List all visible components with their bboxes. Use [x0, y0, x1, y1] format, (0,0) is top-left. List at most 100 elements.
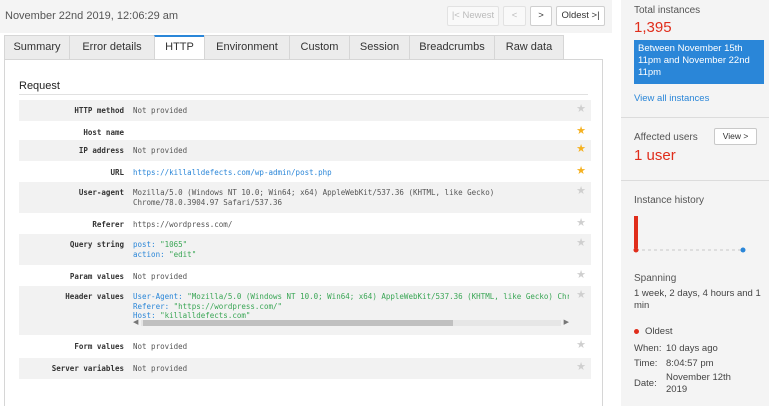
history-start-dot — [633, 247, 639, 253]
row-host-name: Host name ★ — [19, 122, 591, 140]
affected-users-value: 1 user — [634, 147, 676, 164]
total-instances-value: 1,395 — [634, 19, 672, 36]
star-icon[interactable]: ★ — [576, 340, 586, 351]
tab-custom[interactable]: Custom — [289, 35, 349, 60]
view-all-instances-link[interactable]: View all instances — [634, 93, 709, 104]
param-value: "edit" — [169, 249, 197, 259]
tab-breadcrumbs[interactable]: Breadcrumbs — [409, 35, 494, 60]
instance-sidebar: Total instances 1,395 Between November 1… — [621, 0, 769, 406]
param-line: User-Agent: "Mozilla/5.0 (Windows NT 10.… — [133, 292, 569, 302]
url-link[interactable]: https://killalldefects.com/wp-admin/post… — [133, 168, 569, 178]
date-range-badge: Between November 15th 11pm and November … — [634, 40, 764, 84]
tab-http[interactable]: HTTP — [154, 35, 204, 60]
star-icon[interactable]: ★ — [576, 186, 586, 197]
row-ip-address: IP address Not provided ★ — [19, 140, 591, 162]
row-value: post: "1065" action: "edit" — [133, 240, 569, 259]
row-referer: Referer https://wordpress.com/ ★ — [19, 214, 591, 234]
horizontal-scrollbar[interactable]: ◀ ▶ — [133, 318, 569, 328]
row-key: Form values — [74, 342, 124, 351]
instance-history-chart — [631, 212, 761, 258]
row-url: URL https://killalldefects.com/wp-admin/… — [19, 162, 591, 182]
request-table: HTTP method Not provided ★ Host name ★ I… — [19, 100, 591, 380]
row-form-values: Form values Not provided ★ — [19, 336, 591, 358]
param-line: Referer: "https://wordpress.com/" — [133, 301, 283, 311]
instance-timestamp: November 22nd 2019, 12:06:29 am — [5, 10, 179, 22]
row-key: Referer — [92, 220, 124, 229]
instance-history-label: Instance history — [634, 195, 705, 206]
sidebar-divider — [621, 117, 769, 118]
tab-session[interactable]: Session — [349, 35, 409, 60]
star-icon[interactable]: ★ — [576, 104, 586, 115]
tab-environment[interactable]: Environment — [204, 35, 289, 60]
param-line: action: "edit" — [133, 249, 197, 259]
oldest-label: Oldest — [645, 326, 673, 337]
star-icon[interactable]: ★ — [576, 238, 586, 249]
row-key: Server variables — [51, 364, 124, 373]
param-line: post: "1065" — [133, 240, 188, 249]
oldest-button[interactable]: Oldest >| — [556, 6, 605, 26]
tab-error-details[interactable]: Error details — [69, 35, 154, 60]
scroll-right-icon[interactable]: ▶ — [564, 318, 569, 328]
http-panel: Request HTTP method Not provided ★ Host … — [4, 59, 603, 406]
total-instances-label: Total instances — [634, 5, 701, 16]
tab-raw-data[interactable]: Raw data — [494, 35, 564, 60]
previous-button[interactable]: < — [503, 6, 526, 26]
param-key: User-Agent — [133, 292, 179, 301]
param-value: "1065" — [160, 240, 188, 249]
date-value: November 12th 2019 — [666, 372, 731, 395]
tab-summary[interactable]: Summary — [4, 35, 69, 60]
row-value: Not provided — [133, 106, 188, 115]
row-key: Param values — [69, 272, 124, 281]
affected-users-label: Affected users — [634, 132, 698, 143]
detail-tabs: Summary Error details HTTP Environment C… — [4, 35, 564, 60]
star-icon[interactable]: ★ — [576, 362, 586, 373]
param-value: "https://wordpress.com/" — [173, 301, 283, 311]
row-value: Not provided — [133, 364, 188, 373]
time-label: Time: — [634, 358, 658, 369]
row-key: User-agent — [78, 188, 124, 197]
view-users-button[interactable]: View > — [714, 128, 757, 145]
section-divider — [19, 94, 588, 95]
when-value: 10 days ago — [666, 343, 718, 354]
sidebar-divider — [621, 180, 769, 181]
star-icon[interactable]: ★ — [576, 166, 586, 177]
row-value: Not provided — [133, 146, 188, 155]
spanning-label: Spanning — [634, 273, 677, 284]
param-value: "Mozilla/5.0 (Windows NT 10.0; Win64; x6… — [187, 292, 569, 301]
history-bar — [634, 216, 638, 248]
scroll-thumb[interactable] — [143, 320, 453, 326]
row-user-agent: User-agent Mozilla/5.0 (Windows NT 10.0;… — [19, 182, 591, 214]
star-icon[interactable]: ★ — [576, 270, 586, 281]
when-label: When: — [634, 343, 662, 354]
param-key: Referer — [133, 301, 165, 311]
next-button[interactable]: > — [530, 6, 552, 26]
history-end-dot — [740, 247, 746, 253]
param-key: post — [133, 240, 152, 249]
row-value: Not provided — [133, 272, 188, 281]
request-section-title: Request — [19, 80, 60, 92]
row-key: IP address — [78, 146, 124, 155]
row-http-method: HTTP method Not provided ★ — [19, 100, 591, 122]
newest-button[interactable]: |< Newest — [447, 6, 499, 26]
param-key: action — [133, 249, 161, 259]
row-value: Mozilla/5.0 (Windows NT 10.0; Win64; x64… — [133, 188, 569, 207]
star-icon[interactable]: ★ — [576, 218, 586, 229]
row-server-variables: Server variables Not provided ★ — [19, 358, 591, 380]
star-icon[interactable]: ★ — [576, 144, 586, 155]
date-label: Date: — [634, 378, 657, 389]
row-value: Not provided — [133, 342, 188, 351]
row-value: https://wordpress.com/ — [133, 220, 233, 229]
row-key: Query string — [69, 240, 124, 249]
star-icon[interactable]: ★ — [576, 290, 586, 301]
scroll-left-icon[interactable]: ◀ — [133, 318, 138, 328]
row-header-values: Header values User-Agent: "Mozilla/5.0 (… — [19, 286, 591, 336]
row-query-string: Query string post: "1065" action: "edit"… — [19, 234, 591, 266]
star-icon[interactable]: ★ — [576, 126, 586, 137]
row-value: User-Agent: "Mozilla/5.0 (Windows NT 10.… — [133, 292, 569, 320]
spanning-value: 1 week, 2 days, 4 hours and 1 min — [634, 288, 761, 311]
value-line: Chrome/78.0.3904.97 Safari/537.36 — [133, 197, 283, 207]
row-key: URL — [110, 168, 124, 177]
oldest-marker-icon — [634, 329, 639, 334]
row-key: Header values — [65, 292, 124, 301]
row-param-values: Param values Not provided ★ — [19, 266, 591, 286]
